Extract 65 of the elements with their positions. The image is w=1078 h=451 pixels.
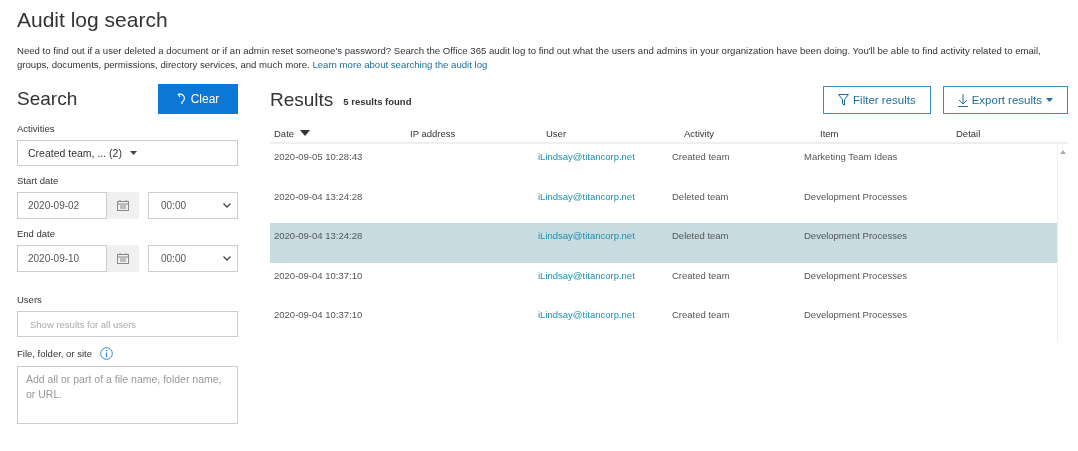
- time-dropdown[interactable]: 00:00: [148, 192, 238, 219]
- sort-descending-icon: [300, 130, 311, 136]
- column-header[interactable]: User: [546, 127, 567, 139]
- table-cell-text: Deleted team: [672, 230, 730, 243]
- field-label: Users: [17, 294, 42, 305]
- filter-icon: [838, 94, 850, 106]
- undo-icon: [176, 93, 187, 105]
- table-cell-text: Deleted team: [672, 190, 730, 204]
- column-header[interactable]: Detail: [956, 127, 981, 139]
- description-text: Need to find out if a user deleted a document or if an admin reset someone's password? Search the Office 365 audit log to find out what the users and admins in your organization have been doing. You'll be able to find activity related to email, groups, documents, permissions, directory services, and much more. Learn more about searching the audit log: [17, 44, 1042, 72]
- table-cell-text: 2020-09-05 10:28:43: [273, 151, 364, 164]
- table-cell-text: Marketing Team Ideas: [804, 151, 899, 164]
- chevron-down-icon: [223, 256, 231, 261]
- table-cell-text: Created team: [672, 309, 731, 322]
- chevron-down-icon: [223, 203, 231, 208]
- table-cell-text: 2020-09-04 13:24:28: [273, 230, 364, 243]
- table-cell-text: 2020-09-04 10:37:10: [273, 269, 364, 283]
- calendar-icon: [117, 200, 129, 211]
- file-folder-site-field[interactable]: Add all or part of a file name, folder name, or URL.: [17, 366, 238, 424]
- field-label: File, folder, or site: [17, 348, 92, 359]
- scroll-up-arrow-icon[interactable]: [1060, 150, 1066, 154]
- table-row[interactable]: 2020-09-05 10:28:43 iLindsay@titancorp.net Created team Marketing Team Ideas: [270, 144, 1057, 184]
- column-header[interactable]: Activity: [684, 127, 715, 139]
- column-header[interactable]: Date: [274, 127, 295, 139]
- user-link[interactable]: iLindsay@titancorp.net: [538, 269, 672, 302]
- date-field[interactable]: 2020-09-02: [17, 192, 107, 219]
- date-field[interactable]: 2020-09-10: [17, 245, 107, 272]
- table-row[interactable]: 2020-09-04 10:37:10 iLindsay@titancorp.net Created team Development Processes: [270, 302, 1057, 342]
- users-field[interactable]: Show results for all users: [17, 311, 238, 337]
- table-cell-text: Development Processes: [804, 230, 908, 243]
- table-row[interactable]: 2020-09-04 10:37:10 iLindsay@titancorp.net Created team Development Processes: [270, 262, 1057, 302]
- page-title: Audit log search: [17, 8, 168, 32]
- column-header[interactable]: IP address: [410, 127, 456, 139]
- calendar-button[interactable]: [107, 245, 139, 272]
- user-link[interactable]: iLindsay@titancorp.net: [538, 190, 672, 223]
- caret-icon: [129, 151, 137, 155]
- table-cell-text: 2020-09-04 13:24:28: [273, 190, 364, 204]
- table-cell-text: Development Processes: [804, 190, 908, 204]
- table-row[interactable]: 2020-09-04 13:24:28 iLindsay@titancorp.net Deleted team Development Processes: [270, 183, 1057, 223]
- table-cell-text: 2020-09-04 10:37:10: [273, 309, 364, 322]
- results-heading: Results: [270, 89, 334, 111]
- time-dropdown[interactable]: 00:00: [148, 245, 238, 272]
- table-cell-text: Created team: [672, 269, 731, 283]
- results-count: 5 results found: [343, 96, 412, 107]
- calendar-button[interactable]: [107, 192, 139, 219]
- user-link[interactable]: iLindsay@titancorp.net: [538, 309, 672, 342]
- activities-dropdown[interactable]: Created team, ... (2): [17, 140, 238, 166]
- calendar-icon: [117, 253, 129, 264]
- filter-results-button[interactable]: Filter results: [823, 86, 931, 114]
- info-icon[interactable]: [100, 347, 113, 360]
- user-link[interactable]: iLindsay@titancorp.net: [538, 151, 672, 184]
- field-label: Start date: [17, 175, 59, 186]
- clear-button[interactable]: Clear: [158, 84, 238, 114]
- field-label: Activities: [17, 123, 55, 134]
- download-icon: [957, 93, 968, 107]
- field-label: End date: [17, 228, 56, 239]
- column-header[interactable]: Item: [820, 127, 839, 139]
- table-cell-text: Created team: [672, 151, 731, 164]
- export-results-button[interactable]: Export results: [942, 86, 1068, 114]
- selected-row[interactable]: 2020-09-04 13:24:28 iLindsay@titancorp.net Deleted team Development Processes: [270, 223, 1057, 263]
- caret-icon: [1046, 98, 1053, 102]
- table-cell-text: Development Processes: [804, 309, 908, 322]
- table-cell-text: Development Processes: [804, 269, 908, 283]
- search-heading: Search: [17, 88, 78, 110]
- learn-more-link[interactable]: Learn more about searching the audit log: [312, 59, 488, 70]
